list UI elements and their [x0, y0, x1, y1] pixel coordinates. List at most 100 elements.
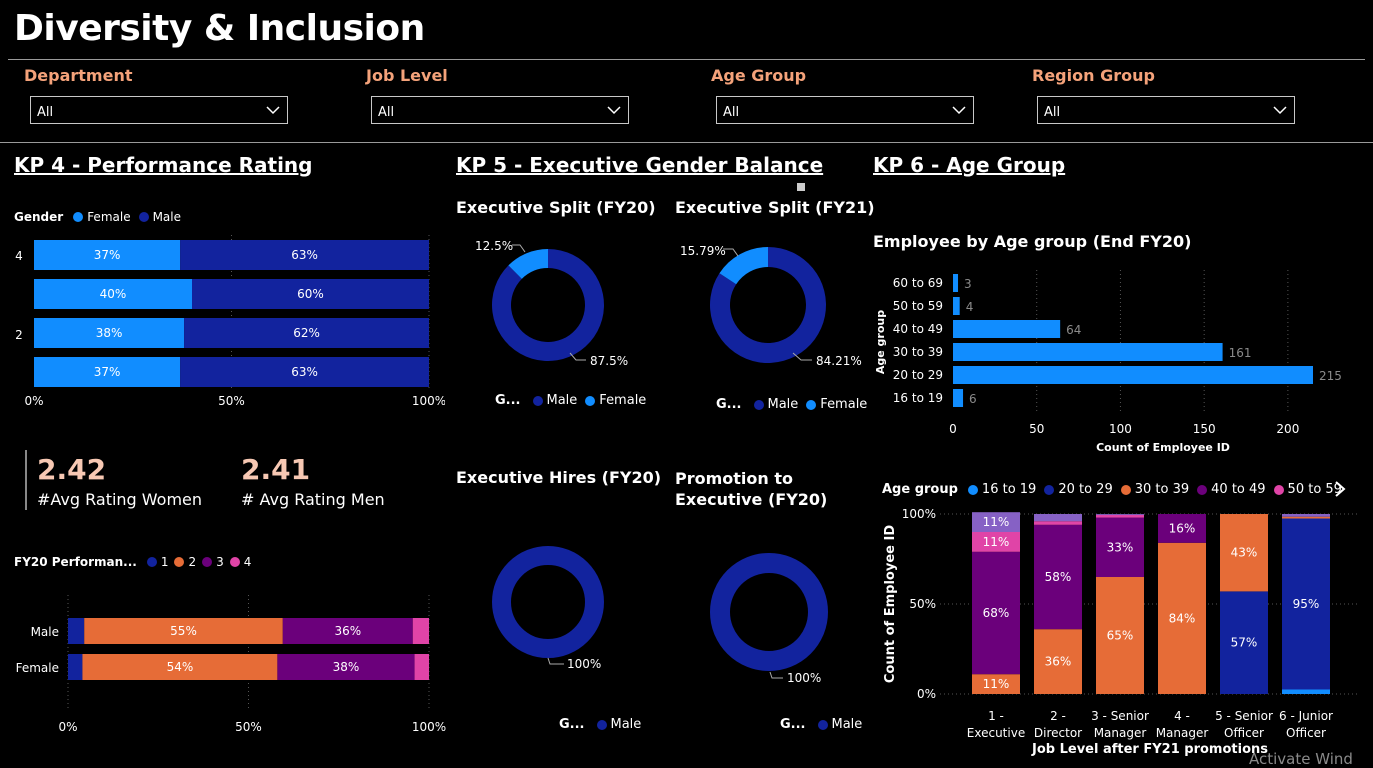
- header-divider: [8, 59, 1365, 60]
- bar-segment-rating-4: [414, 654, 429, 680]
- region-group-dropdown[interactable]: All: [1037, 96, 1295, 124]
- data-label: 36%: [1045, 655, 1072, 669]
- data-label: 3: [964, 277, 972, 291]
- legend-20-29-label[interactable]: 20 to 29: [1058, 482, 1112, 497]
- legend-16-19-label[interactable]: 16 to 19: [982, 482, 1036, 497]
- y-category-label: Male: [31, 625, 59, 639]
- data-label: 87.5%: [590, 354, 628, 368]
- legend-title: Age group: [882, 482, 958, 497]
- legend-16-19-swatch: [967, 484, 978, 495]
- department-dropdown[interactable]: All: [30, 96, 288, 124]
- data-label: 60%: [297, 287, 324, 301]
- donut3-legend: G... Male: [780, 717, 862, 732]
- data-label: 84%: [1169, 611, 1196, 625]
- legend-20-29-swatch: [1044, 484, 1055, 495]
- y-axis-title: Count of Employee ID: [883, 525, 898, 683]
- legend-male-label[interactable]: Male: [832, 717, 863, 732]
- x-tick-label: 100: [1109, 422, 1132, 436]
- age-bar: [953, 274, 959, 292]
- y-category-label: 20 to 29: [893, 368, 943, 382]
- legend-female-label[interactable]: Female: [599, 393, 646, 408]
- x-tick-label: 0%: [24, 394, 43, 408]
- kpi-avg-rating-women-label: #Avg Rating Women: [37, 490, 203, 509]
- legend-female-label[interactable]: Female: [87, 210, 130, 224]
- page-title: Diversity & Inclusion: [14, 8, 425, 49]
- data-label: 55%: [170, 624, 197, 638]
- donut2-legend: G... Male: [559, 717, 641, 732]
- donut-slice-male: [492, 546, 604, 658]
- stack-legend: Age group 16 to 19 20 to 29 30 to 39 40 …: [882, 482, 1342, 497]
- data-label: 215: [1319, 369, 1342, 383]
- donut-title-fy20-split: Executive Split (FY20): [456, 198, 656, 217]
- legend-40-49-swatch: [1197, 484, 1208, 495]
- data-label: 40%: [100, 287, 127, 301]
- data-label: 33%: [1107, 540, 1134, 554]
- kp4-performance-chart: 0% 50% 100% 37% 63% 40% 60% 38% 62% 37% 63% 4 2: [15, 235, 445, 408]
- data-label: 68%: [983, 606, 1010, 620]
- legend-1-label[interactable]: 1: [161, 555, 169, 569]
- age-bar-title: Employee by Age group (End FY20): [873, 232, 1192, 251]
- data-label: 161: [1229, 346, 1252, 360]
- legend-title: G...: [780, 717, 806, 732]
- legend-male-swatch: [817, 719, 828, 730]
- legend-title: Gender: [14, 210, 64, 224]
- donut-title-promotion: Promotion to Executive (FY20): [675, 469, 828, 509]
- x-category-label: 5 - Senior: [1215, 709, 1273, 723]
- data-label: 38%: [333, 660, 360, 674]
- x-tick-label: 100%: [412, 720, 446, 734]
- data-label: 16%: [1169, 521, 1196, 535]
- donut-title-fy21-split: Executive Split (FY21): [675, 198, 875, 217]
- legend-male-swatch: [753, 399, 764, 410]
- legend-female-swatch: [806, 399, 817, 410]
- legend-male-label[interactable]: Male: [153, 210, 181, 224]
- leader-line: [547, 657, 564, 665]
- legend-40-49-label[interactable]: 40 to 49: [1211, 482, 1265, 497]
- donut-title-hires: Executive Hires (FY20): [456, 468, 662, 487]
- column-segment: [1034, 521, 1082, 525]
- x-tick-label: 0%: [58, 720, 77, 734]
- filter-divider: [0, 142, 1373, 143]
- legend-male-label[interactable]: Male: [768, 397, 799, 412]
- legend-next-arrow-icon[interactable]: [1333, 480, 1347, 498]
- resize-handle[interactable]: [797, 183, 805, 191]
- age-group-dropdown[interactable]: All: [716, 96, 974, 124]
- data-label: 54%: [167, 660, 194, 674]
- legend-4-label[interactable]: 4: [244, 555, 252, 569]
- x-category-label: Manager: [1094, 726, 1147, 740]
- x-category-label: 4 -: [1174, 709, 1190, 723]
- data-label: 65%: [1107, 629, 1134, 643]
- x-tick-label: 50%: [218, 394, 245, 408]
- y-category-label: 40 to 49: [893, 322, 943, 336]
- legend-male-label[interactable]: Male: [611, 717, 642, 732]
- y-axis-title: Age group: [874, 310, 887, 374]
- job-level-dropdown[interactable]: All: [371, 96, 629, 124]
- legend-male-label[interactable]: Male: [547, 393, 578, 408]
- kpi-divider: [25, 450, 27, 510]
- executive-hires-donut: 100%: [492, 546, 604, 671]
- x-axis-title: Job Level after FY21 promotions: [1031, 742, 1268, 757]
- legend-30-39-swatch: [1120, 484, 1131, 495]
- fy20-performance-chart: 0% 50% 100% Male 55% 36% Female 54% 38%: [16, 595, 446, 734]
- age-bar: [953, 366, 1313, 384]
- x-tick-label: 50%: [235, 720, 262, 734]
- x-category-label: 6 - Junior: [1279, 709, 1333, 723]
- department-dropdown-value: All: [37, 105, 54, 120]
- x-category-label: 3 - Senior: [1091, 709, 1149, 723]
- column-segment: [1096, 514, 1144, 515]
- data-label: 38%: [96, 326, 123, 340]
- legend-3-label[interactable]: 3: [216, 555, 224, 569]
- legend-title: G...: [495, 393, 521, 408]
- leader-line: [512, 244, 526, 253]
- legend-2-label[interactable]: 2: [188, 555, 196, 569]
- region-group-dropdown-value: All: [1044, 105, 1061, 120]
- data-label: 58%: [1045, 570, 1072, 584]
- kpi-avg-rating-men-value: 2.41: [241, 453, 311, 486]
- legend-30-39-label[interactable]: 30 to 39: [1135, 482, 1189, 497]
- leader-line: [769, 671, 783, 679]
- data-label: 43%: [1231, 546, 1258, 560]
- filter-label-department: Department: [24, 66, 133, 85]
- y-category-label: 30 to 39: [893, 345, 943, 359]
- legend-female-label[interactable]: Female: [820, 397, 867, 412]
- x-category-label: Officer: [1224, 726, 1264, 740]
- data-label: 100%: [787, 671, 821, 685]
